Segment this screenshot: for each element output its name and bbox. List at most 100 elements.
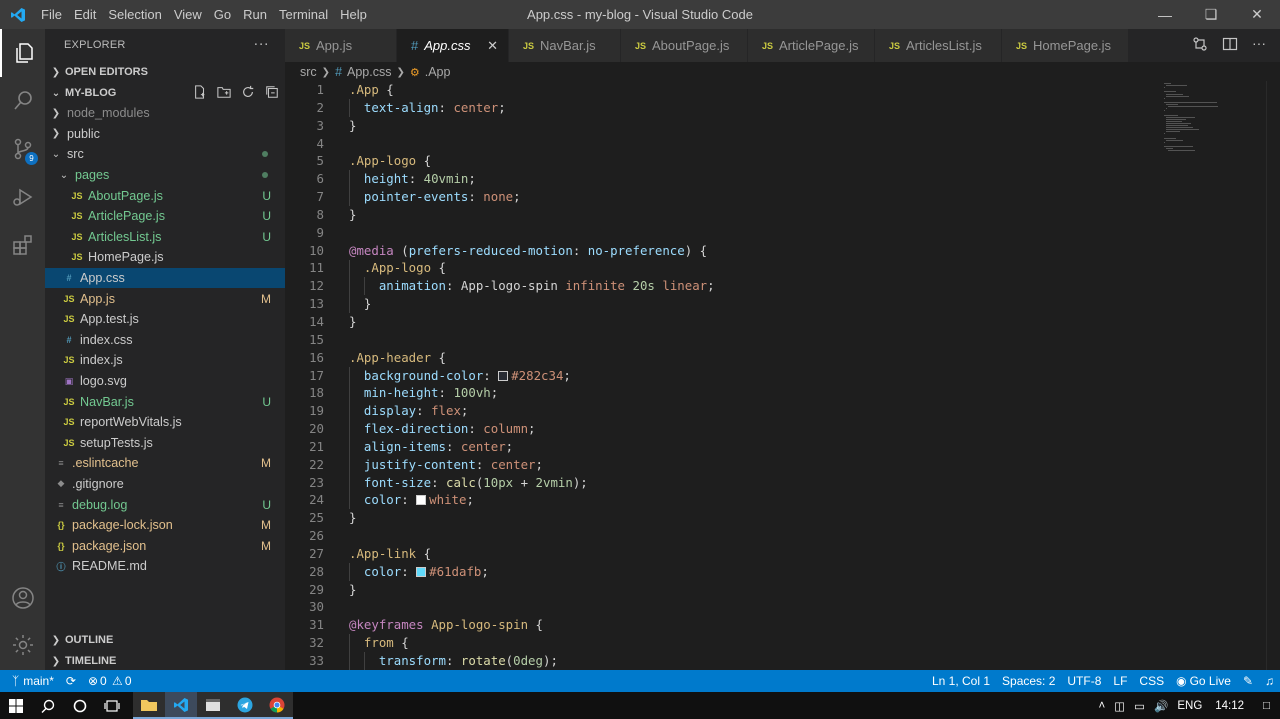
- menu-selection[interactable]: Selection: [102, 0, 167, 29]
- search-icon[interactable]: [0, 77, 45, 125]
- tree-item[interactable]: JS App.js M: [45, 288, 285, 309]
- menu-terminal[interactable]: Terminal: [273, 0, 334, 29]
- menu-view[interactable]: View: [168, 0, 208, 29]
- close-window-icon[interactable]: ✕: [1234, 0, 1280, 29]
- tree-item[interactable]: ⌄ src: [45, 144, 285, 165]
- task-view-icon[interactable]: [96, 692, 128, 719]
- cortana-icon[interactable]: [64, 692, 96, 719]
- tree-item[interactable]: ▣ logo.svg: [45, 371, 285, 392]
- close-tab-icon[interactable]: ✕: [487, 38, 498, 54]
- notifications-bell-icon[interactable]: ♫: [1259, 674, 1280, 688]
- chrome-taskbar-icon[interactable]: [261, 692, 293, 719]
- file-explorer-taskbar-icon[interactable]: [133, 692, 165, 719]
- sync-icon[interactable]: ⟳: [60, 674, 82, 688]
- run-debug-icon[interactable]: [0, 173, 45, 221]
- menu-run[interactable]: Run: [237, 0, 273, 29]
- editor-scrollbar[interactable]: [1266, 81, 1280, 670]
- menu-edit[interactable]: Edit: [68, 0, 102, 29]
- more-actions-icon[interactable]: ···: [253, 35, 269, 52]
- menu-help[interactable]: Help: [334, 0, 373, 29]
- tree-item[interactable]: JS HomePage.js: [45, 247, 285, 268]
- tab-app-css[interactable]: # App.css ✕: [397, 29, 509, 62]
- restore-icon[interactable]: ❏: [1188, 0, 1234, 29]
- language-mode[interactable]: CSS: [1133, 674, 1170, 688]
- branch-status[interactable]: ᛉ main*: [0, 674, 60, 688]
- tree-item[interactable]: ⌄ pages: [45, 165, 285, 186]
- tree-item[interactable]: JS App.test.js: [45, 309, 285, 330]
- encoding[interactable]: UTF-8: [1061, 674, 1107, 688]
- tree-item[interactable]: # App.css: [45, 267, 285, 289]
- code-line: 12 animation: App-logo-spin infinite 20s…: [285, 277, 1165, 295]
- line-number: 3: [316, 117, 324, 133]
- open-editors-section[interactable]: ❯ OPEN EDITORS: [45, 61, 285, 83]
- show-hidden-icons-icon[interactable]: ˄: [1099, 700, 1106, 712]
- menu-file[interactable]: File: [35, 0, 68, 29]
- modified-dot-icon: [262, 151, 268, 158]
- clapper-taskbar-icon[interactable]: [197, 692, 229, 719]
- tree-item[interactable]: JS ArticlesList.js U: [45, 227, 285, 248]
- go-live-button[interactable]: ◉ Go Live: [1170, 674, 1237, 688]
- problems-status[interactable]: ⊗ 0 ⚠ 0: [82, 674, 138, 688]
- tweet-feedback-icon[interactable]: ✎: [1237, 674, 1259, 688]
- collapse-all-icon[interactable]: [265, 85, 279, 99]
- minimize-icon[interactable]: —: [1142, 0, 1188, 29]
- tree-item[interactable]: JS AboutPage.js U: [45, 185, 285, 206]
- refresh-icon[interactable]: [241, 85, 255, 99]
- tab-aboutpage-js[interactable]: JS AboutPage.js: [621, 29, 748, 62]
- outline-section[interactable]: ❯ OUTLINE: [45, 629, 285, 651]
- tree-item[interactable]: JS NavBar.js U: [45, 391, 285, 412]
- tree-item[interactable]: JS setupTests.js: [45, 433, 285, 454]
- code-line: 8}: [285, 206, 1165, 224]
- vscode-taskbar-icon[interactable]: [165, 692, 197, 719]
- cursor-position[interactable]: Ln 1, Col 1: [926, 674, 996, 688]
- breadcrumb-file[interactable]: App.css: [347, 65, 391, 79]
- source-control-icon[interactable]: 9: [0, 125, 45, 173]
- new-file-icon[interactable]: [193, 85, 207, 99]
- input-language[interactable]: ENG: [1177, 700, 1202, 712]
- clock[interactable]: 14:12: [1215, 700, 1244, 712]
- tree-item[interactable]: ≡ debug.log U: [45, 494, 285, 515]
- tab-navbar-js[interactable]: JS NavBar.js: [509, 29, 621, 62]
- telegram-taskbar-icon[interactable]: [229, 692, 261, 719]
- network-icon[interactable]: ◫: [1114, 699, 1125, 713]
- project-section[interactable]: ⌄ MY-BLOG: [45, 82, 285, 104]
- tab-articleslist-js[interactable]: JS ArticlesList.js: [875, 29, 1002, 62]
- tab-articlepage-js[interactable]: JS ArticlePage.js: [748, 29, 875, 62]
- tree-item[interactable]: ❯ node_modules: [45, 103, 285, 124]
- editor-more-icon[interactable]: ···: [1252, 36, 1266, 52]
- end-of-line[interactable]: LF: [1107, 674, 1133, 688]
- code-text: flex-direction: column;: [363, 421, 536, 437]
- tree-item[interactable]: {} package-lock.json M: [45, 515, 285, 536]
- tree-item[interactable]: ⓘ README.md: [45, 556, 285, 577]
- breadcrumb-symbol[interactable]: .App: [425, 65, 451, 79]
- tree-item[interactable]: ❯ public: [45, 124, 285, 145]
- new-folder-icon[interactable]: [217, 85, 231, 99]
- taskbar-search-icon[interactable]: [32, 692, 64, 719]
- split-editor-icon[interactable]: [1222, 36, 1238, 52]
- tab-app-js[interactable]: JS App.js: [285, 29, 397, 62]
- tree-item[interactable]: {} package.json M: [45, 535, 285, 556]
- volume-icon[interactable]: 🔊: [1154, 699, 1168, 713]
- windows-start-icon[interactable]: [0, 692, 32, 719]
- chevron-right-icon: ❯: [51, 655, 61, 667]
- settings-gear-icon[interactable]: [0, 621, 45, 669]
- tree-item[interactable]: ≡ .eslintcache M: [45, 453, 285, 474]
- tree-item[interactable]: JS index.js: [45, 350, 285, 371]
- breadcrumb-src[interactable]: src: [300, 65, 317, 79]
- minimap[interactable]: [1160, 81, 1266, 670]
- tree-item[interactable]: JS ArticlePage.js U: [45, 206, 285, 227]
- tree-item[interactable]: # index.css: [45, 330, 285, 351]
- tree-item[interactable]: ◆ .gitignore: [45, 474, 285, 495]
- tree-item[interactable]: JS reportWebVitals.js: [45, 412, 285, 433]
- code-editor[interactable]: 1 .App {2 text-align: center; 3} 4 5 .App-log…: [285, 81, 1165, 670]
- action-center-icon[interactable]: □: [1263, 700, 1270, 712]
- battery-icon[interactable]: ▭: [1134, 699, 1145, 713]
- tab-homepage-js[interactable]: JS HomePage.js: [1002, 29, 1129, 62]
- accounts-icon[interactable]: [0, 574, 45, 622]
- open-changes-icon[interactable]: [1192, 36, 1208, 52]
- menu-go[interactable]: Go: [208, 0, 237, 29]
- explorer-icon[interactable]: [0, 29, 45, 77]
- timeline-section[interactable]: ❯ TIMELINE: [45, 650, 285, 672]
- indentation[interactable]: Spaces: 2: [996, 674, 1061, 688]
- extensions-icon[interactable]: [0, 221, 45, 269]
